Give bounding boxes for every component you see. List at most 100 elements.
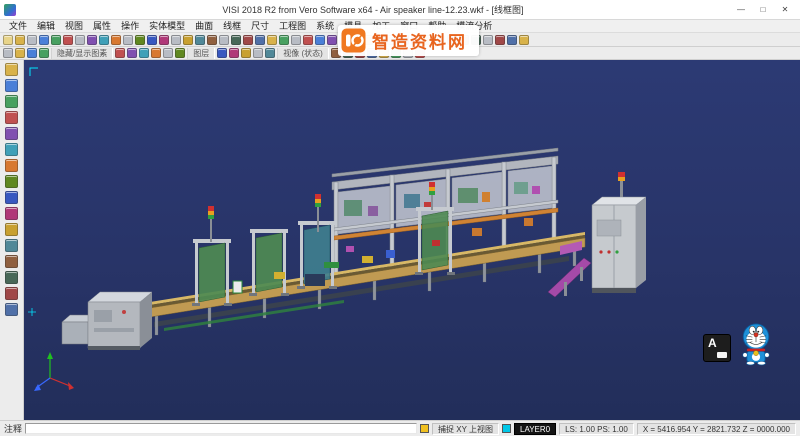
toolbar-icon[interactable]	[123, 35, 133, 45]
toolbar-icon[interactable]	[151, 48, 161, 58]
watermark: 智造资料网	[338, 25, 479, 56]
toolbar-icon[interactable]	[195, 35, 205, 45]
toolbar-icon[interactable]	[267, 35, 277, 45]
side-tool-icon[interactable]	[5, 111, 18, 124]
toolbar-icon[interactable]	[115, 48, 125, 58]
toolbar-icon[interactable]	[255, 35, 265, 45]
toolbar-icon[interactable]	[39, 48, 49, 58]
side-tool-icon[interactable]	[5, 191, 18, 204]
toolbar-icon[interactable]	[279, 35, 289, 45]
toolbar-icon[interactable]	[27, 35, 37, 45]
side-tool-icon[interactable]	[5, 255, 18, 268]
toolbar-icon[interactable]	[519, 35, 529, 45]
toolbar-icon[interactable]	[163, 48, 173, 58]
side-tool-icon[interactable]	[5, 79, 18, 92]
close-button[interactable]: ✕	[774, 2, 796, 18]
layer-color-swatch[interactable]	[502, 424, 511, 433]
keyboard-icon	[717, 352, 727, 358]
toolbar-icon[interactable]	[15, 35, 25, 45]
titlebar: VISI 2018 R2 from Vero Software x64 - Ai…	[0, 0, 800, 20]
menu-item-3[interactable]: 属性	[88, 20, 116, 33]
cad-model-assembly-line	[24, 60, 800, 420]
toolbar-icon[interactable]	[183, 35, 193, 45]
toolbar-icon[interactable]	[99, 35, 109, 45]
toolbar-icon[interactable]	[171, 35, 181, 45]
minimize-button[interactable]: —	[730, 2, 752, 18]
toolbar-icon[interactable]	[3, 35, 13, 45]
snap-indicator[interactable]: 捕捉 XY 上视图	[432, 423, 499, 435]
toolbar-icon[interactable]	[139, 48, 149, 58]
menu-item-1[interactable]: 编辑	[32, 20, 60, 33]
coordinates-readout: X = 5416.954 Y = 2821.732 Z = 0000.000	[637, 423, 796, 435]
toolbar-icon[interactable]	[27, 48, 37, 58]
side-tool-icon[interactable]	[5, 127, 18, 140]
toolbar-icon[interactable]	[15, 48, 25, 58]
toolbar-icon[interactable]	[111, 35, 121, 45]
toolbar-icon[interactable]	[147, 35, 157, 45]
toolbar-icon[interactable]	[207, 35, 217, 45]
toolbar-caption: 隐藏/显示图素	[51, 48, 113, 59]
toolbar-icon[interactable]	[63, 35, 73, 45]
toolbar-icon[interactable]	[241, 48, 251, 58]
toolbar-icon[interactable]	[175, 48, 185, 58]
toolbar-icon[interactable]	[159, 35, 169, 45]
toolbar-icon[interactable]	[291, 35, 301, 45]
toolbar-caption: 图层	[187, 48, 215, 59]
station-1	[192, 239, 232, 306]
toolbar-icon[interactable]	[495, 35, 505, 45]
toolbar-icon[interactable]	[127, 48, 137, 58]
menu-item-9[interactable]: 工程图	[274, 20, 311, 33]
menu-item-7[interactable]: 线框	[218, 20, 246, 33]
snap-mode-icon[interactable]	[420, 424, 429, 433]
toolbar-icon[interactable]	[303, 35, 313, 45]
layer-indicator[interactable]: LAYER0	[514, 423, 556, 435]
window-title: VISI 2018 R2 from Vero Software x64 - Ai…	[22, 3, 724, 16]
toolbar-icon[interactable]	[219, 35, 229, 45]
side-tool-icon[interactable]	[5, 159, 18, 172]
side-tool-icon[interactable]	[5, 175, 18, 188]
toolbar-icon[interactable]	[327, 35, 337, 45]
scale-indicator: LS: 1.00 PS: 1.00	[559, 423, 634, 435]
toolbar-icon[interactable]	[135, 35, 145, 45]
toolbar-icon[interactable]	[253, 48, 263, 58]
menu-item-8[interactable]: 尺寸	[246, 20, 274, 33]
maximize-button[interactable]: □	[752, 2, 774, 18]
toolbar-icon[interactable]	[3, 48, 13, 58]
side-tool-icon[interactable]	[5, 63, 18, 76]
toolbar-icon[interactable]	[217, 48, 227, 58]
ime-indicator[interactable]: A	[703, 334, 731, 362]
ucs-triad	[34, 352, 74, 391]
toolbar-icon[interactable]	[87, 35, 97, 45]
menu-item-2[interactable]: 视图	[60, 20, 88, 33]
toolbar-icon[interactable]	[231, 35, 241, 45]
command-input[interactable]	[25, 423, 417, 434]
side-tool-icon[interactable]	[5, 143, 18, 156]
side-tool-icon[interactable]	[5, 207, 18, 220]
watermark-text: 智造资料网	[372, 28, 467, 53]
app-logo-icon	[4, 4, 16, 16]
left-cabinet	[88, 292, 152, 350]
menu-item-5[interactable]: 实体模型	[144, 20, 190, 33]
menu-item-10[interactable]: 系统	[311, 20, 339, 33]
toolbar-icon[interactable]	[483, 35, 493, 45]
side-tool-icon[interactable]	[5, 223, 18, 236]
visi-app-window: VISI 2018 R2 from Vero Software x64 - Ai…	[0, 0, 800, 436]
toolbar-icon[interactable]	[51, 35, 61, 45]
side-tool-icon[interactable]	[5, 271, 18, 284]
side-tool-icon[interactable]	[5, 303, 18, 316]
toolbar-icon[interactable]	[265, 48, 275, 58]
toolbar-icon[interactable]	[39, 35, 49, 45]
side-tool-icon[interactable]	[5, 287, 18, 300]
toolbar-icon[interactable]	[229, 48, 239, 58]
menu-item-0[interactable]: 文件	[4, 20, 32, 33]
station-2	[233, 229, 289, 296]
side-tool-icon[interactable]	[5, 95, 18, 108]
toolbar-icon[interactable]	[315, 35, 325, 45]
toolbar-icon[interactable]	[75, 35, 85, 45]
side-tool-icon[interactable]	[5, 239, 18, 252]
menu-item-6[interactable]: 曲面	[190, 20, 218, 33]
toolbar-icon[interactable]	[507, 35, 517, 45]
viewport-3d[interactable]: A	[24, 60, 800, 420]
toolbar-icon[interactable]	[243, 35, 253, 45]
menu-item-4[interactable]: 操作	[116, 20, 144, 33]
